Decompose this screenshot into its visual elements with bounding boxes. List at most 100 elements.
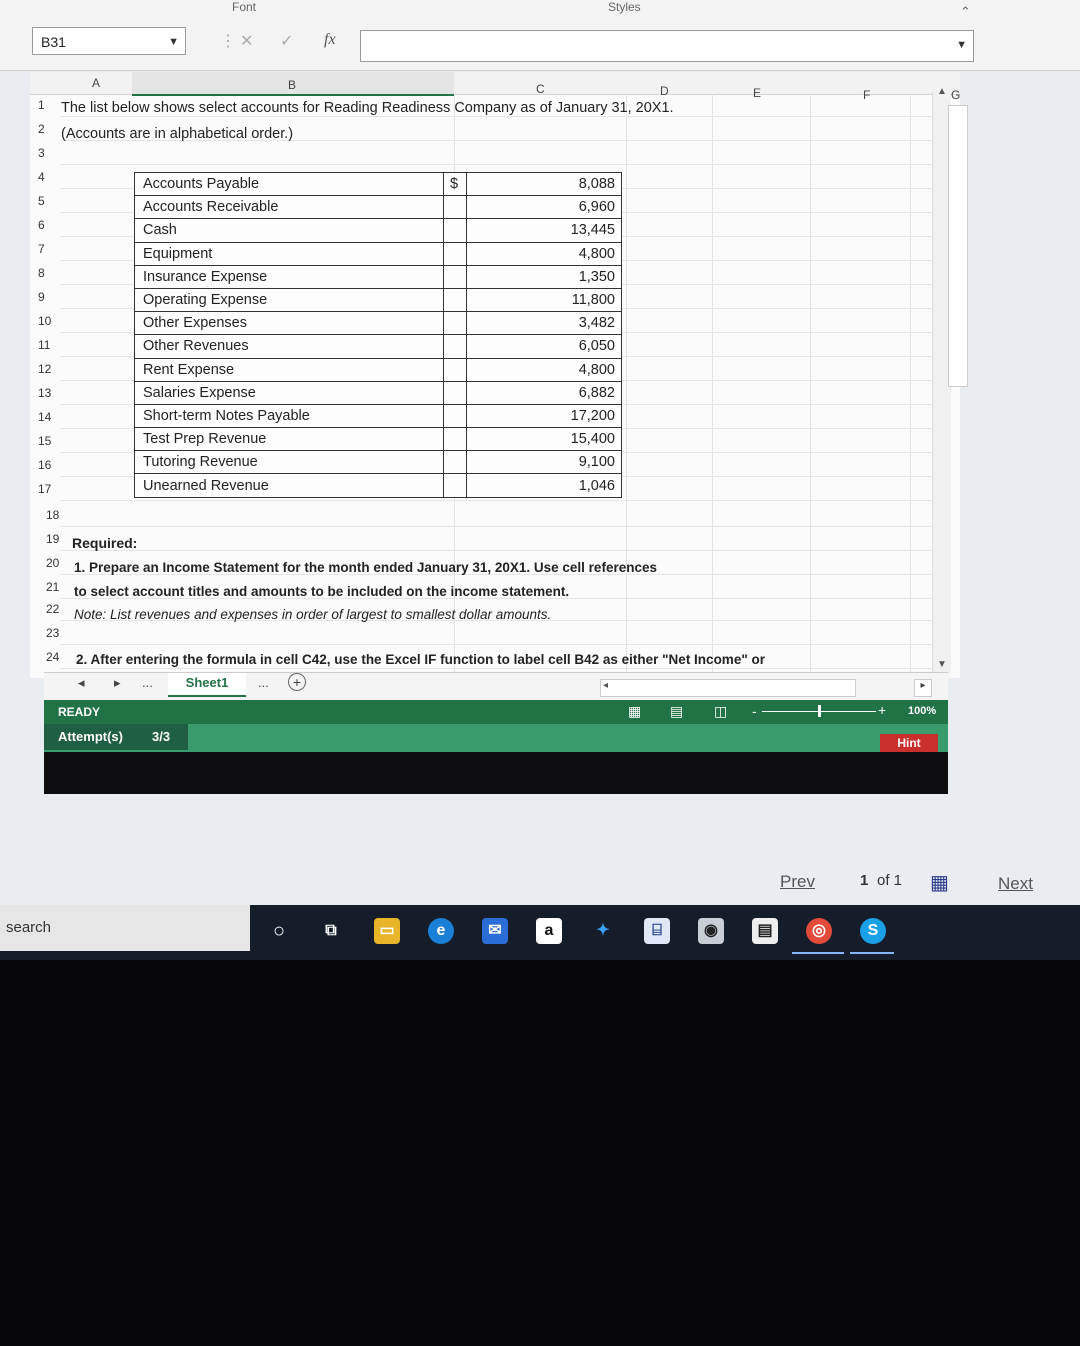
taskbar-search[interactable]: search: [0, 905, 250, 951]
account-name-cell[interactable]: Unearned Revenue: [134, 473, 444, 498]
account-name-cell[interactable]: Other Revenues: [134, 334, 444, 359]
row-header[interactable]: 17: [38, 482, 62, 496]
calculator-icon[interactable]: ⌸: [644, 918, 670, 944]
account-name-cell[interactable]: Accounts Receivable: [134, 195, 444, 220]
zoom-out-icon[interactable]: -: [752, 703, 757, 719]
grid-menu-icon[interactable]: ▦: [930, 870, 949, 895]
row-header[interactable]: 22: [46, 602, 70, 616]
scroll-up-icon[interactable]: ▲: [937, 86, 947, 97]
row-header[interactable]: 2: [38, 122, 62, 136]
column-header-g[interactable]: G: [951, 88, 960, 102]
worksheet-grid[interactable]: A B B C D E F G 123456789101112131415161…: [30, 72, 960, 678]
task-view-icon[interactable]: ⧉: [318, 918, 344, 944]
account-name-cell[interactable]: Cash: [134, 218, 444, 243]
currency-cell[interactable]: $: [443, 171, 467, 197]
file-explorer-icon[interactable]: ▭: [374, 918, 400, 944]
currency-cell[interactable]: [443, 287, 467, 313]
amount-cell[interactable]: 4,800: [466, 241, 622, 266]
add-sheet-icon[interactable]: +: [288, 673, 306, 691]
scroll-down-icon[interactable]: ▼: [937, 659, 947, 670]
amount-cell[interactable]: 1,046: [466, 473, 622, 498]
amount-cell[interactable]: 4,800: [466, 357, 622, 382]
mail-icon[interactable]: ✉: [482, 918, 508, 944]
column-header-e[interactable]: E: [753, 86, 761, 100]
column-header-c[interactable]: C: [536, 82, 545, 96]
amount-cell[interactable]: 8,088: [466, 171, 622, 197]
row-header[interactable]: 4: [38, 170, 62, 184]
amount-cell[interactable]: 1,350: [466, 264, 622, 289]
amount-cell[interactable]: 6,050: [466, 334, 622, 359]
row-header[interactable]: 19: [46, 532, 70, 546]
chevron-down-icon[interactable]: ▼: [956, 39, 967, 51]
currency-cell[interactable]: [443, 450, 467, 475]
tab-sheet1[interactable]: Sheet1: [168, 673, 246, 697]
account-name-cell[interactable]: Accounts Payable: [134, 171, 444, 197]
account-name-cell[interactable]: Insurance Expense: [134, 264, 444, 289]
skype-icon[interactable]: S: [860, 918, 886, 944]
camera-icon[interactable]: ◉: [698, 918, 724, 944]
currency-cell[interactable]: [443, 380, 467, 405]
column-header-a[interactable]: A: [92, 76, 100, 90]
chevron-down-icon[interactable]: ▼: [168, 28, 179, 56]
row-header[interactable]: 21: [46, 580, 70, 594]
row-header[interactable]: 9: [38, 290, 62, 304]
name-box[interactable]: B31 ▼: [32, 27, 186, 55]
currency-cell[interactable]: [443, 241, 467, 266]
row-header[interactable]: 12: [38, 362, 62, 376]
row-header[interactable]: 5: [38, 194, 62, 208]
account-name-cell[interactable]: Operating Expense: [134, 287, 444, 313]
vertical-scroll-thumb[interactable]: [948, 105, 968, 387]
tabs-more-right[interactable]: ...: [258, 675, 269, 690]
scroll-left-icon[interactable]: ◂: [603, 680, 608, 691]
row-header[interactable]: 3: [38, 146, 62, 160]
amount-cell[interactable]: 3,482: [466, 311, 622, 336]
currency-cell[interactable]: [443, 264, 467, 289]
fx-icon[interactable]: fx: [324, 31, 336, 49]
store-icon[interactable]: ▤: [752, 918, 778, 944]
account-name-cell[interactable]: Equipment: [134, 241, 444, 266]
zoom-in-icon[interactable]: +: [878, 702, 886, 718]
tab-next-icon[interactable]: ▸: [114, 675, 121, 691]
account-name-cell[interactable]: Short-term Notes Payable: [134, 403, 444, 429]
account-name-cell[interactable]: Salaries Expense: [134, 380, 444, 405]
currency-cell[interactable]: [443, 334, 467, 359]
amount-cell[interactable]: 13,445: [466, 218, 622, 243]
page-break-icon[interactable]: ◫: [714, 703, 727, 720]
currency-cell[interactable]: [443, 403, 467, 429]
account-name-cell[interactable]: Rent Expense: [134, 357, 444, 382]
row-header[interactable]: 10: [38, 314, 62, 328]
row-header[interactable]: 24: [46, 650, 70, 664]
prev-link[interactable]: Prev: [780, 872, 815, 892]
page-layout-icon[interactable]: ▤: [670, 703, 683, 720]
row-header[interactable]: 16: [38, 458, 62, 472]
zoom-slider-thumb[interactable]: [818, 705, 821, 717]
amount-cell[interactable]: 6,960: [466, 195, 622, 220]
tab-prev-icon[interactable]: ◂: [78, 675, 85, 691]
currency-cell[interactable]: [443, 195, 467, 220]
row-header[interactable]: 23: [46, 626, 70, 640]
amount-cell[interactable]: 11,800: [466, 287, 622, 313]
hint-button[interactable]: Hint: [880, 734, 938, 752]
row-header[interactable]: 15: [38, 434, 62, 448]
row-header[interactable]: 18: [46, 508, 70, 522]
account-name-cell[interactable]: Other Expenses: [134, 311, 444, 336]
currency-cell[interactable]: [443, 218, 467, 243]
account-name-cell[interactable]: Tutoring Revenue: [134, 450, 444, 475]
collapse-ribbon-icon[interactable]: ⌃: [960, 4, 971, 20]
edge-icon[interactable]: e: [428, 918, 454, 944]
row-header[interactable]: 6: [38, 218, 62, 232]
row-header[interactable]: 14: [38, 410, 62, 424]
row-header[interactable]: 13: [38, 386, 62, 400]
column-header-f[interactable]: F: [863, 88, 870, 102]
formula-input[interactable]: ▼: [360, 30, 974, 62]
app-icon[interactable]: ✦: [590, 918, 616, 944]
cortana-icon[interactable]: ○: [266, 918, 292, 944]
row-header[interactable]: 11: [38, 338, 62, 352]
amount-cell[interactable]: 6,882: [466, 380, 622, 405]
chrome-icon[interactable]: ◎: [806, 918, 832, 944]
currency-cell[interactable]: [443, 357, 467, 382]
row-header[interactable]: 20: [46, 556, 70, 570]
currency-cell[interactable]: [443, 473, 467, 498]
row-header[interactable]: 1: [38, 98, 62, 112]
row-header[interactable]: 7: [38, 242, 62, 256]
